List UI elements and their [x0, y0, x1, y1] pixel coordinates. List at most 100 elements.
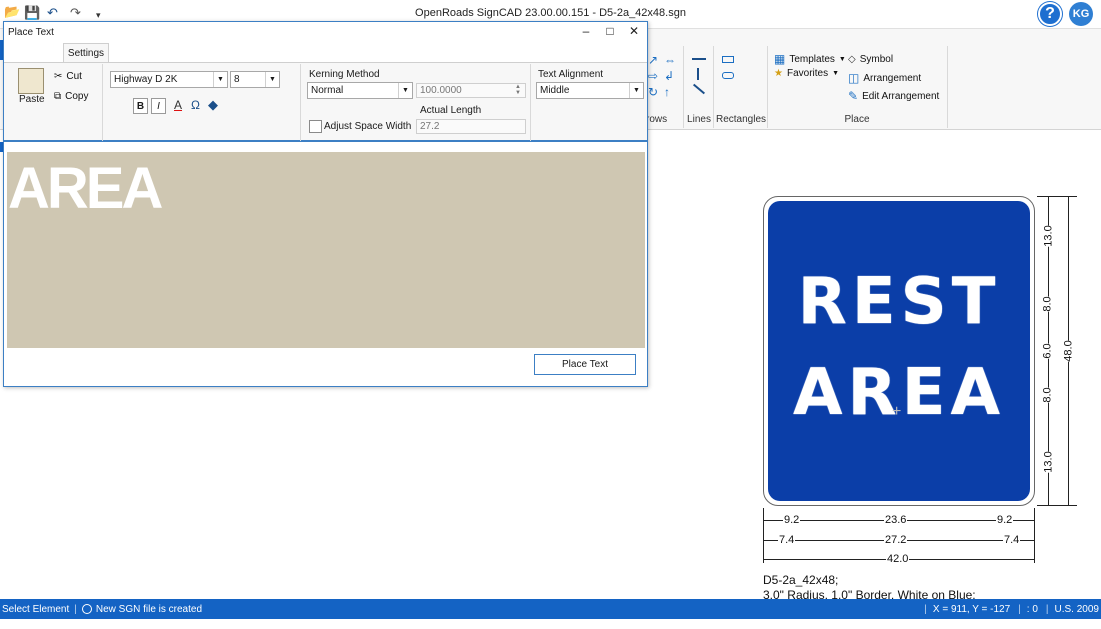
total-height-value: 48.0 [1062, 340, 1075, 362]
close-icon[interactable]: ✕ [624, 24, 644, 38]
horizontal-line-icon[interactable] [692, 58, 706, 60]
arrangement-button[interactable]: ◫ Arrangement [848, 72, 921, 84]
edit-arrangement-label: Edit Arrangement [862, 90, 940, 102]
bottom-strip [0, 619, 1101, 629]
edit-arrangement-button[interactable]: ✎ Edit Arrangement [848, 90, 939, 102]
dim-value: 6.0 [1041, 343, 1054, 359]
sign-panel[interactable] [768, 201, 1030, 501]
divider [300, 64, 301, 141]
divider: | [1045, 603, 1049, 615]
arrow-right-icon[interactable]: ⇨ [648, 70, 658, 82]
symbol-icon: ◇ [848, 54, 856, 65]
spinner-icon[interactable]: ▲ ▼ [515, 84, 521, 96]
chevron-down-icon[interactable]: ▼ [265, 72, 279, 87]
paste-icon[interactable] [18, 68, 44, 94]
user-avatar[interactable]: KG [1069, 2, 1093, 26]
divider: | [1018, 603, 1021, 615]
edit-arrangement-icon: ✎ [848, 89, 859, 103]
maximize-icon[interactable]: □ [600, 24, 620, 38]
kerning-percent-field[interactable]: 100.0000 [416, 83, 526, 98]
symbol-button[interactable]: ◇ Symbol [848, 54, 893, 65]
arrow-curve-icon[interactable]: ↻ [648, 86, 658, 98]
preview-text: AREA [8, 156, 163, 221]
symbol-label: Symbol [859, 54, 894, 65]
paste-button[interactable]: Paste [19, 94, 45, 105]
rectangle-icon[interactable] [722, 56, 734, 63]
divider [102, 64, 103, 141]
total-width-value: 42.0 [886, 553, 910, 565]
arrow-fork-icon[interactable]: ↑ [664, 86, 670, 98]
dim-value: 9.2 [783, 514, 801, 526]
font-color-icon[interactable]: A [174, 98, 182, 112]
rectangles-group-label: Rectangles [715, 114, 767, 125]
info-icon [81, 604, 92, 614]
rounded-rectangle-icon[interactable] [722, 72, 734, 79]
app-title: OpenRoads SignCAD 23.00.00.151 - D5-2a_4… [415, 7, 686, 19]
arrangement-label: Arrangement [863, 72, 922, 84]
dim-tick [1037, 505, 1077, 506]
adjust-space-checkbox[interactable] [309, 120, 322, 133]
dim-value: 7.4 [1003, 534, 1021, 546]
actual-length-label: Actual Length [420, 105, 482, 116]
favorites-button[interactable]: ★ Favorites ▼ [774, 68, 839, 79]
copy-button[interactable]: ⧉ Copy [54, 91, 89, 102]
place-group-label: Place [844, 114, 870, 125]
font-size-select[interactable]: 8 ▼ [230, 71, 280, 88]
templates-label: Templates [789, 53, 835, 65]
text-preview: AREA [7, 152, 645, 348]
sign-text-line-1[interactable]: REST [768, 265, 1030, 339]
chevron-down-icon[interactable]: ▼ [629, 83, 643, 98]
kerning-method-label: Kerning Method [309, 69, 380, 80]
arrows-group-label: rows [646, 114, 668, 125]
lines-group: Lines [684, 46, 714, 128]
dim-value: 8.0 [1041, 387, 1054, 403]
arrow-double-icon[interactable]: ⇔ [664, 54, 676, 66]
rectangles-group: Rectangles [714, 46, 768, 128]
templates-button[interactable]: ▦ Templates ▼ [774, 53, 846, 65]
divider: | [74, 603, 77, 615]
italic-button[interactable]: I [151, 98, 166, 114]
status-message: New SGN file is created [95, 603, 203, 615]
actual-length-value: 27.2 [420, 121, 440, 132]
place-text-button[interactable]: Place Text [534, 354, 636, 375]
status-command: Select Element [2, 603, 70, 615]
kerning-method-select[interactable]: Normal ▼ [307, 82, 413, 99]
copy-icon: ⧉ [54, 91, 62, 102]
chevron-down-icon: ▼ [838, 55, 846, 63]
dim-tick [763, 508, 764, 563]
lines-group-label: Lines [687, 114, 711, 125]
dim-value: 8.0 [1041, 296, 1054, 312]
fill-color-icon[interactable]: ◆ [208, 97, 218, 113]
help-button[interactable]: ? [1038, 2, 1062, 26]
tab-settings[interactable]: Settings [63, 43, 109, 63]
copy-label: Copy [65, 91, 89, 102]
units-standard[interactable]: U.S. 2009 [1055, 604, 1099, 615]
sign-caption: D5-2a_42x48; 3.0" Radius, 1.0" Border, W… [763, 573, 976, 599]
favorites-star-icon: ★ [774, 68, 783, 79]
scissors-icon: ✂ [54, 71, 63, 82]
vertical-line-icon[interactable] [697, 68, 699, 80]
cut-button[interactable]: ✂ Cut [54, 71, 82, 82]
special-character-icon[interactable]: Ω [191, 98, 200, 112]
sign-caption-line-2: 3.0" Radius, 1.0" Border, White on Blue; [763, 588, 976, 599]
font-size-value: 8 [234, 74, 240, 85]
text-alignment-label: Text Alignment [538, 69, 604, 80]
divider: | [924, 603, 927, 615]
text-alignment-select[interactable]: Middle ▼ [536, 82, 644, 99]
text-alignment-value: Middle [540, 85, 570, 96]
arrow-diagonal-icon[interactable]: ↗ [648, 54, 658, 66]
font-name-value: Highway D 2K [114, 74, 178, 85]
dim-value: 23.6 [884, 514, 908, 526]
diagonal-line-icon[interactable] [692, 83, 706, 95]
chevron-down-icon[interactable]: ▼ [398, 83, 412, 98]
arrow-turn-icon[interactable]: ↲ [664, 70, 674, 82]
favorites-label: Favorites [786, 68, 829, 79]
kerning-method-value: Normal [311, 85, 344, 96]
chevron-down-icon[interactable]: ▼ [213, 72, 227, 87]
bold-button[interactable]: B [133, 98, 148, 114]
dim-value: 9.2 [996, 514, 1014, 526]
lock-indicator[interactable]: : 0 [1027, 604, 1038, 615]
sign-caption-line-1: D5-2a_42x48; [763, 573, 839, 587]
font-name-select[interactable]: Highway D 2K ▼ [110, 71, 228, 88]
minimize-icon[interactable]: – [576, 24, 596, 38]
